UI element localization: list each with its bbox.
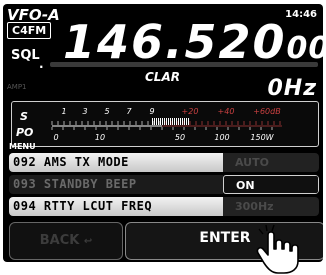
- menu-item-name: 094 RTTY LCUT FREQ: [9, 197, 223, 216]
- s-level-segment: [184, 118, 185, 125]
- po-tick-group: [51, 127, 273, 130]
- po-scale-label: 10: [95, 133, 105, 142]
- pointing-hand-icon: [256, 224, 299, 274]
- back-button[interactable]: BACK ↩: [9, 222, 123, 260]
- s-level-segment: [168, 118, 169, 125]
- s-level-segment: [162, 118, 163, 125]
- menu-item-value: AUTO: [223, 153, 319, 172]
- clar-value: 0Hz: [267, 76, 317, 101]
- s-level-segment: [178, 118, 179, 125]
- menu-title: MENU: [9, 142, 36, 151]
- menu-item-value: 300Hz: [223, 197, 319, 216]
- menu-item-093[interactable]: 093 STANDBY BEEP ON: [9, 175, 319, 194]
- meter-panel: S PO 1 3 5 7 9 +20 +40 +60dB 0 10 50 100 150W: [11, 101, 319, 147]
- s-scale-label: 7: [126, 107, 132, 116]
- s-scale-label: 1: [61, 107, 66, 116]
- po-label: PO: [16, 126, 33, 139]
- s-level-segment: [176, 118, 177, 125]
- back-arrow-icon: ↩: [83, 236, 93, 247]
- po-scale-label: 150W: [250, 133, 274, 142]
- s-level-segment: [174, 118, 175, 125]
- s-level-segment: [186, 118, 187, 125]
- s-level-segment: [152, 118, 153, 125]
- po-scale-label: 0: [53, 133, 58, 142]
- s-scale-label: +20: [182, 107, 199, 116]
- s-scale-label: 3: [82, 107, 87, 116]
- s-level-segment: [172, 118, 173, 125]
- s-label: S: [20, 110, 28, 123]
- s-level-segment: [188, 118, 189, 125]
- po-scale-labels: 0 10 50 100 150W: [53, 133, 274, 142]
- s-level-segment: [166, 118, 167, 125]
- po-scale-label: 100: [214, 133, 229, 142]
- s-scale-label: +40: [218, 107, 235, 116]
- po-scale-label: 50: [175, 133, 185, 142]
- s-level-group: [152, 118, 189, 125]
- menu-item-name: 093 STANDBY BEEP: [9, 175, 223, 194]
- s-level-segment: [182, 118, 183, 125]
- meter-scale: S PO 1 3 5 7 9 +20 +40 +60dB 0 10 50 100 150W: [16, 107, 282, 142]
- mode-badge[interactable]: C4FM: [7, 22, 52, 39]
- s-scale-label: 5: [104, 107, 109, 116]
- menu-item-094[interactable]: 094 RTTY LCUT FREQ 300Hz: [9, 197, 319, 216]
- menu-item-092[interactable]: 092 AMS TX MODE AUTO: [9, 153, 319, 172]
- s-scale-label: +60dB: [253, 107, 280, 116]
- enter-button-label: ENTER: [199, 230, 251, 246]
- sql-bar: [50, 62, 318, 67]
- s-scale-label: 9: [149, 107, 154, 116]
- s-level-segment: [180, 118, 181, 125]
- s-level-segment: [170, 118, 171, 125]
- s-level-segment: [154, 118, 155, 125]
- s-level-segment: [160, 118, 161, 125]
- amp-label: AMP1: [7, 83, 27, 91]
- s-level-segment: [164, 118, 165, 125]
- s-scale-labels: 1 3 5 7 9 +20 +40 +60dB: [61, 107, 280, 116]
- back-button-label: BACK: [39, 233, 80, 248]
- menu-item-name: 092 AMS TX MODE: [9, 153, 223, 172]
- frequency-main: 146.520: [63, 15, 287, 69]
- sql-dot: .: [39, 57, 44, 71]
- s-level-segment: [156, 118, 157, 125]
- menu-item-value: ON: [223, 175, 319, 194]
- s-level-segment: [158, 118, 159, 125]
- frequency-small: 00: [286, 31, 323, 66]
- sql-label: SQL: [11, 48, 40, 63]
- clar-label: CLAR: [145, 70, 180, 84]
